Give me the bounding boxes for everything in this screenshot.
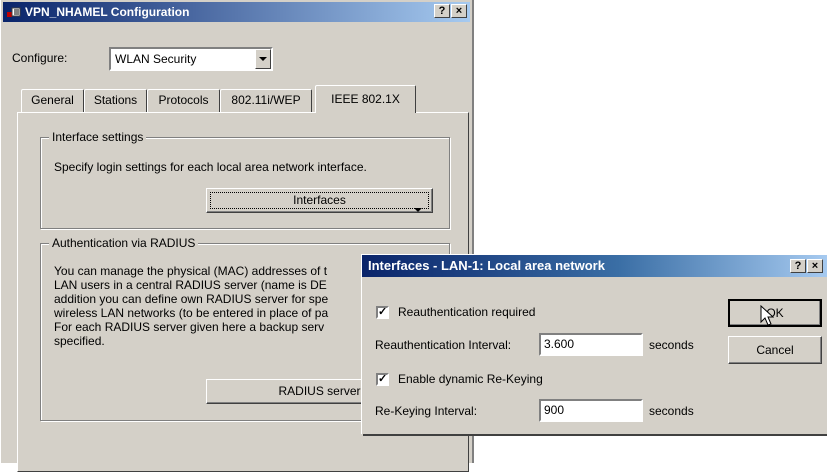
mouse-pointer-icon	[760, 304, 775, 335]
reauth-interval-label: Reauthentication Interval:	[375, 338, 512, 352]
reauth-interval-value: 3.600	[544, 337, 575, 351]
chevron-down-icon	[414, 198, 422, 220]
interface-settings-title: Interface settings	[49, 130, 147, 144]
tab-general-label: General	[31, 93, 74, 107]
rekeying-interval-label: Re-Keying Interval:	[375, 404, 478, 418]
tab-stations[interactable]: Stations	[84, 89, 147, 112]
tab-802-11i-wep-label: 802.11i/WEP	[231, 93, 301, 107]
main-title: VPN_NHAMEL Configuration	[25, 5, 190, 19]
interface-settings-group: Interface settings Specify login setting…	[40, 130, 450, 229]
radius-line: You can manage the physical (MAC) addres…	[54, 264, 328, 278]
tab-stations-label: Stations	[93, 93, 138, 107]
configure-select[interactable]: WLAN Security	[109, 47, 273, 71]
rekeying-interval-value: 900	[544, 403, 565, 417]
ok-button[interactable]: OK	[728, 299, 822, 327]
interfaces-button[interactable]: Interfaces	[206, 188, 433, 213]
tab-ieee-802-1x-label: IEEE 802.1X	[331, 92, 400, 106]
radius-line: specified.	[54, 334, 105, 348]
tab-ieee-802-1x[interactable]: IEEE 802.1X	[315, 85, 416, 113]
interfaces-button-label: Interfaces	[293, 193, 346, 207]
rekeying-interval-input[interactable]: 900	[539, 399, 643, 422]
dialog-help-button[interactable]: ?	[790, 259, 806, 273]
chevron-down-icon[interactable]	[255, 49, 271, 69]
reauth-required-label: Reauthentication required	[398, 305, 536, 319]
dialog-title: Interfaces - LAN-1: Local area network	[368, 258, 605, 273]
main-close-button[interactable]: ×	[451, 4, 467, 18]
tab-general[interactable]: General	[21, 89, 84, 112]
dialog-close-button[interactable]: ×	[807, 259, 823, 273]
radius-line: LAN users in a central RADIUS server (na…	[54, 278, 327, 292]
main-help-button[interactable]: ?	[434, 4, 450, 18]
radius-line: wireless LAN networks (to be entered in …	[54, 306, 329, 320]
cancel-button-label: Cancel	[756, 343, 794, 357]
tab-802-11i-wep[interactable]: 802.11i/WEP	[220, 89, 312, 112]
rekeying-interval-unit: seconds	[649, 404, 694, 418]
configure-select-value: WLAN Security	[115, 52, 197, 66]
app-icon	[7, 5, 21, 19]
interfaces-dialog: Interfaces - LAN-1: Local area network ×…	[361, 254, 827, 434]
reauth-interval-input[interactable]: 3.600	[539, 333, 643, 356]
tab-protocols[interactable]: Protocols	[147, 89, 220, 112]
radius-line: addition you can define own RADIUS serve…	[54, 292, 329, 306]
radius-line: For each RADIUS server given here a back…	[54, 320, 325, 334]
cancel-button[interactable]: Cancel	[728, 336, 822, 364]
tab-protocols-label: Protocols	[158, 93, 209, 107]
reauth-required-checkbox[interactable]: ✓	[376, 306, 389, 319]
main-title-bar[interactable]: VPN_NHAMEL Configuration ? ×	[3, 2, 470, 22]
radius-description: You can manage the physical (MAC) addres…	[54, 264, 384, 348]
reauth-interval-unit: seconds	[649, 338, 694, 352]
dynamic-rekeying-label: Enable dynamic Re-Keying	[398, 372, 543, 386]
radius-server-button-label: RADIUS server	[278, 384, 361, 398]
radius-title: Authentication via RADIUS	[49, 236, 199, 250]
dialog-title-bar[interactable]: Interfaces - LAN-1: Local area network ×…	[362, 255, 827, 277]
configure-label: Configure:	[12, 51, 68, 65]
dynamic-rekeying-checkbox[interactable]: ✓	[376, 373, 389, 386]
interface-settings-text: Specify login settings for each local ar…	[54, 160, 367, 174]
